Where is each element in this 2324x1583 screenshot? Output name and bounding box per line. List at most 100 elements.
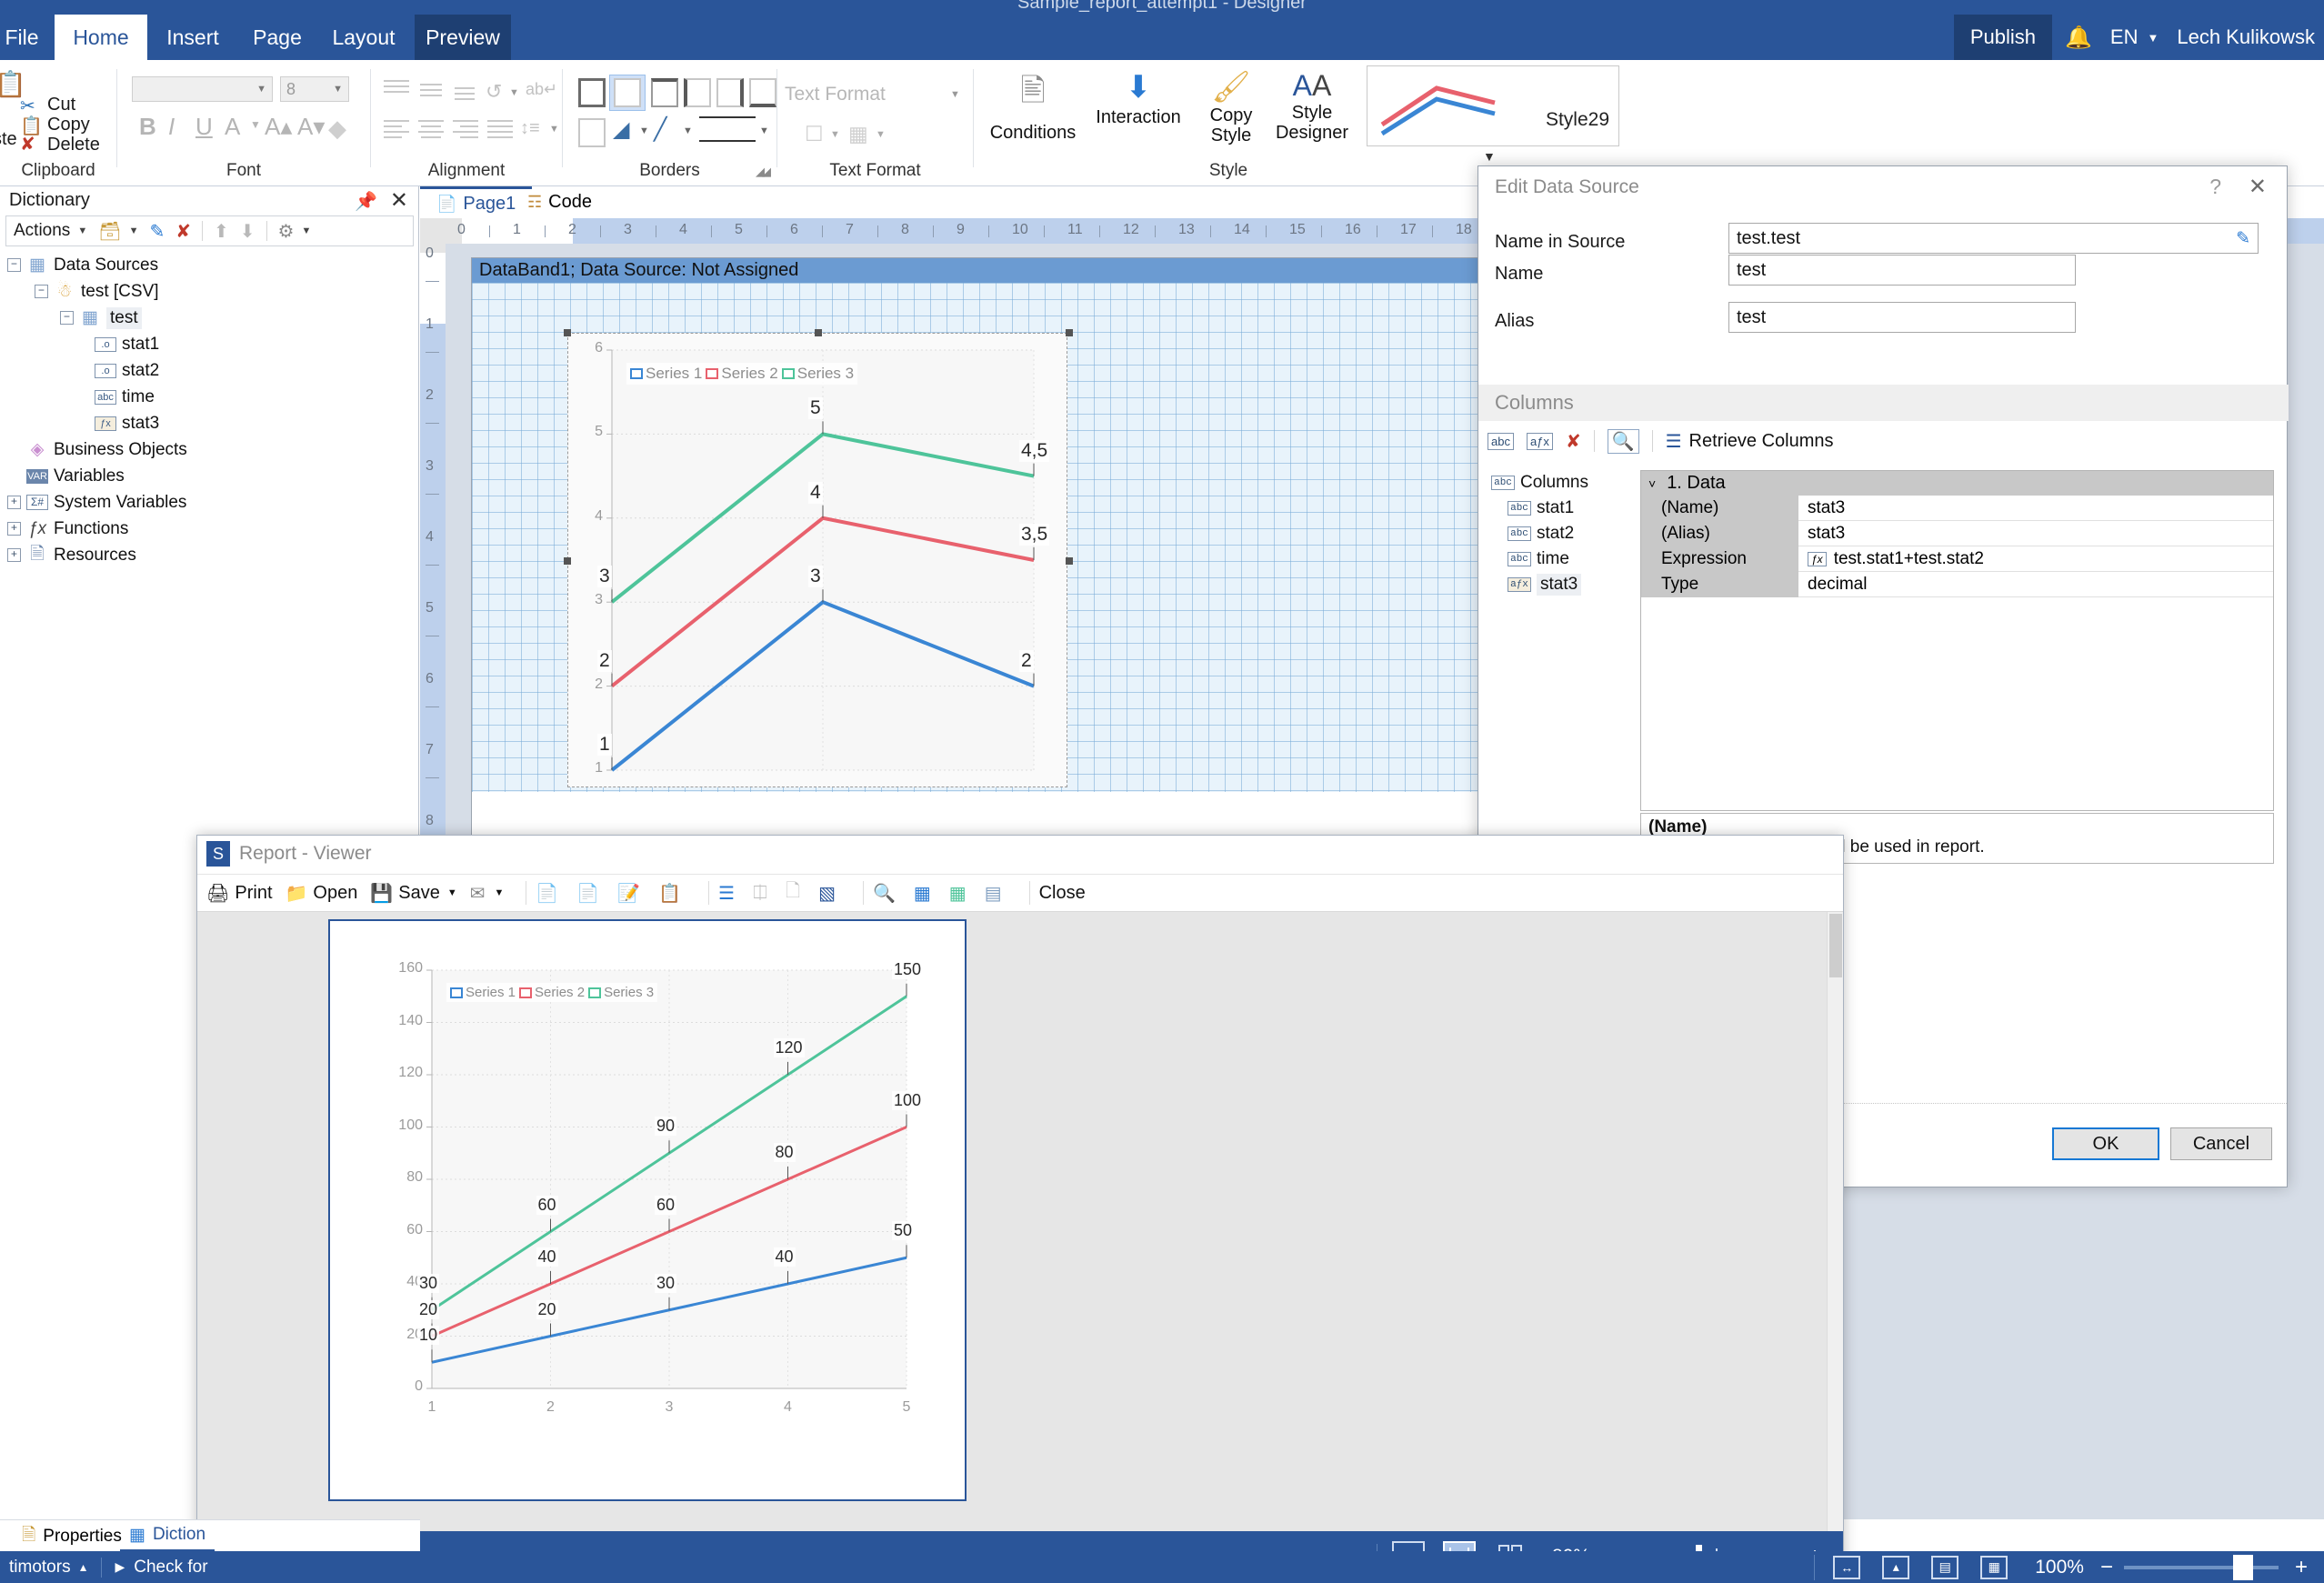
alias-input[interactable]: test [1728,302,2076,333]
italic-button[interactable]: I [168,113,175,141]
text-rotation-icon[interactable]: ↺ [486,80,502,104]
property-value[interactable]: stat3 [1798,498,2273,518]
multi-page-icon[interactable]: ▦ [1980,1555,2008,1579]
legend-item[interactable]: Series 1 [630,365,702,383]
tab-code[interactable]: ☶ Code [513,186,606,218]
plus-icon[interactable]: + [2295,1555,2308,1580]
border-right-icon[interactable] [716,78,744,107]
chevron-down-icon[interactable]: ▼ [950,89,960,100]
column-item-stat3[interactable]: aƒx stat3 [1491,572,1637,597]
panel-button[interactable]: ▤ [985,882,1007,905]
ribbon-tab-page[interactable]: Page [238,15,316,60]
delete-icon[interactable]: ✘ [20,133,35,155]
page-help-button[interactable]: ⎅ [753,883,773,904]
new-page-button[interactable]: 📄 [536,882,564,905]
border-color-icon[interactable]: ╱ [654,116,666,143]
decrease-font-size-button[interactable]: A▾ [297,113,325,141]
new-column-icon[interactable]: abc [1488,432,1514,450]
tree-item-stat2[interactable]: .o stat2 [7,357,416,384]
align-middle-icon[interactable] [420,84,446,102]
clear-format-icon[interactable]: ◆ [328,115,346,143]
property-row-expression[interactable]: Expression ƒx test.stat1+test.stat2 [1641,546,2273,572]
name-input[interactable]: test [1728,255,2076,286]
chevron-down-icon[interactable]: ▼ [301,225,311,236]
close-icon[interactable]: ✕ [2249,174,2267,200]
tree-item-test-csv[interactable]: − ☃ test [CSV] [7,278,416,305]
expander-icon[interactable]: − [7,258,21,272]
tree-item-system-variables[interactable]: + Σ# System Variables [7,489,416,516]
resize-handle-e[interactable] [1066,557,1073,565]
ribbon-tab-preview[interactable]: Preview [415,15,511,60]
cut-label[interactable]: Cut [47,95,75,115]
align-left-icon[interactable] [384,120,409,138]
pin-icon[interactable]: 📌 [355,190,377,213]
copy-style-button[interactable]: 🖌 Copy Style [1197,69,1265,145]
tree-item-test[interactable]: − ▦ test [7,305,416,331]
legend-item[interactable]: Series 3 [781,365,854,383]
find-button[interactable]: 🔍 [873,882,901,905]
zoom-slider-thumb[interactable] [2232,1554,2253,1580]
property-group-header[interactable]: ˅ 1. Data [1641,471,2273,496]
interaction-button[interactable]: ⬇ Interaction [1088,69,1188,128]
tree-item-stat1[interactable]: .o stat1 [7,331,416,357]
underline-button[interactable]: U [195,113,213,141]
tree-item-stat3[interactable]: ƒx stat3 [7,410,416,436]
check-for-updates-label[interactable]: Check for [134,1558,207,1578]
font-size-combo[interactable]: 8 ▼ [280,76,349,102]
tree-item-business-objects[interactable]: ◈ Business Objects [7,436,416,463]
language-label[interactable]: EN [2105,25,2144,49]
new-expression-column-icon[interactable]: aƒx [1526,432,1553,450]
tree-item-resources[interactable]: + 🗎 Resources [7,542,416,568]
minus-icon[interactable]: − [2100,1555,2113,1580]
copy-page-button[interactable]: 📋 [658,882,686,905]
align-justify-icon[interactable] [487,120,513,138]
column-item-stat1[interactable]: abc stat1 [1491,496,1637,521]
style-gallery-more-icon[interactable]: ▼ [1483,149,1496,164]
page-setup-button[interactable]: ☰ [718,882,740,905]
property-row-alias[interactable]: (Alias) stat3 [1641,520,2273,546]
publish-button[interactable]: Publish [1953,15,2053,60]
columns-root[interactable]: abc Columns [1491,470,1637,496]
style-gallery[interactable]: Style29 [1367,65,1619,146]
border-none-selected[interactable] [609,75,646,111]
bold-button[interactable]: B [139,113,156,141]
conditions-button[interactable]: 🖹 Conditions [983,69,1083,144]
expander-icon[interactable]: − [60,311,74,325]
text-format-dialog-launcher[interactable]: ◢ [756,165,765,179]
fit-width-icon[interactable]: ↔ [1833,1555,1861,1579]
arrow-down-icon[interactable]: ⬇ [240,220,255,243]
legend-item[interactable]: Series 2 [706,365,778,383]
line-spacing-icon[interactable]: ↕≡ [520,118,540,139]
image-format-icon[interactable]: ☐ [805,122,824,146]
chevron-down-icon[interactable]: ▼ [250,118,261,131]
legend-item[interactable]: Series 2 [519,985,585,1000]
resize-handle-ne[interactable] [1066,329,1073,336]
border-bottom-icon[interactable] [749,78,776,107]
column-item-stat2[interactable]: abc stat2 [1491,521,1637,546]
send-email-button[interactable]: ✉ ▼ [470,882,505,905]
blank-page-button[interactable]: 🗋 [786,877,806,908]
new-item-icon[interactable]: 🗃 [98,220,121,243]
actions-button[interactable]: Actions [14,221,70,241]
close-button[interactable]: Close [1039,883,1086,904]
tab-dictionary[interactable]: ▦ Diction [120,1520,215,1552]
property-row-type[interactable]: Type decimal [1641,571,2273,597]
scrollbar-thumb[interactable] [1829,914,1842,977]
style-designer-button[interactable]: AA Style Designer [1270,69,1354,143]
border-width-icon[interactable] [699,116,756,142]
tab-properties[interactable]: 🗎 Properties [13,1520,131,1552]
name-in-source-input[interactable]: test.test ✎ [1728,223,2259,254]
chart-component[interactable]: 1 2 3 4 5 6 1 3 2 2 4 3,5 3 5 4,5 Series 1 Series 2 Serie… [564,329,1073,787]
chevron-down-icon[interactable]: ▼ [129,225,139,236]
ribbon-tab-insert[interactable]: Insert [147,15,238,60]
ribbon-tab-layout[interactable]: Layout [316,15,411,60]
single-page-icon[interactable]: ▤ [1931,1555,1959,1579]
chevron-down-icon[interactable]: ▼ [830,129,840,140]
chevron-down-icon[interactable]: ▼ [77,225,87,236]
close-icon[interactable]: ✕ [390,187,408,214]
property-value[interactable]: stat3 [1798,524,2273,544]
expander-icon[interactable]: + [7,496,21,509]
chevron-down-icon[interactable]: ▼ [639,125,649,136]
legend-item[interactable]: Series 3 [588,985,654,1000]
parameters-button[interactable]: ▦ [949,882,972,905]
